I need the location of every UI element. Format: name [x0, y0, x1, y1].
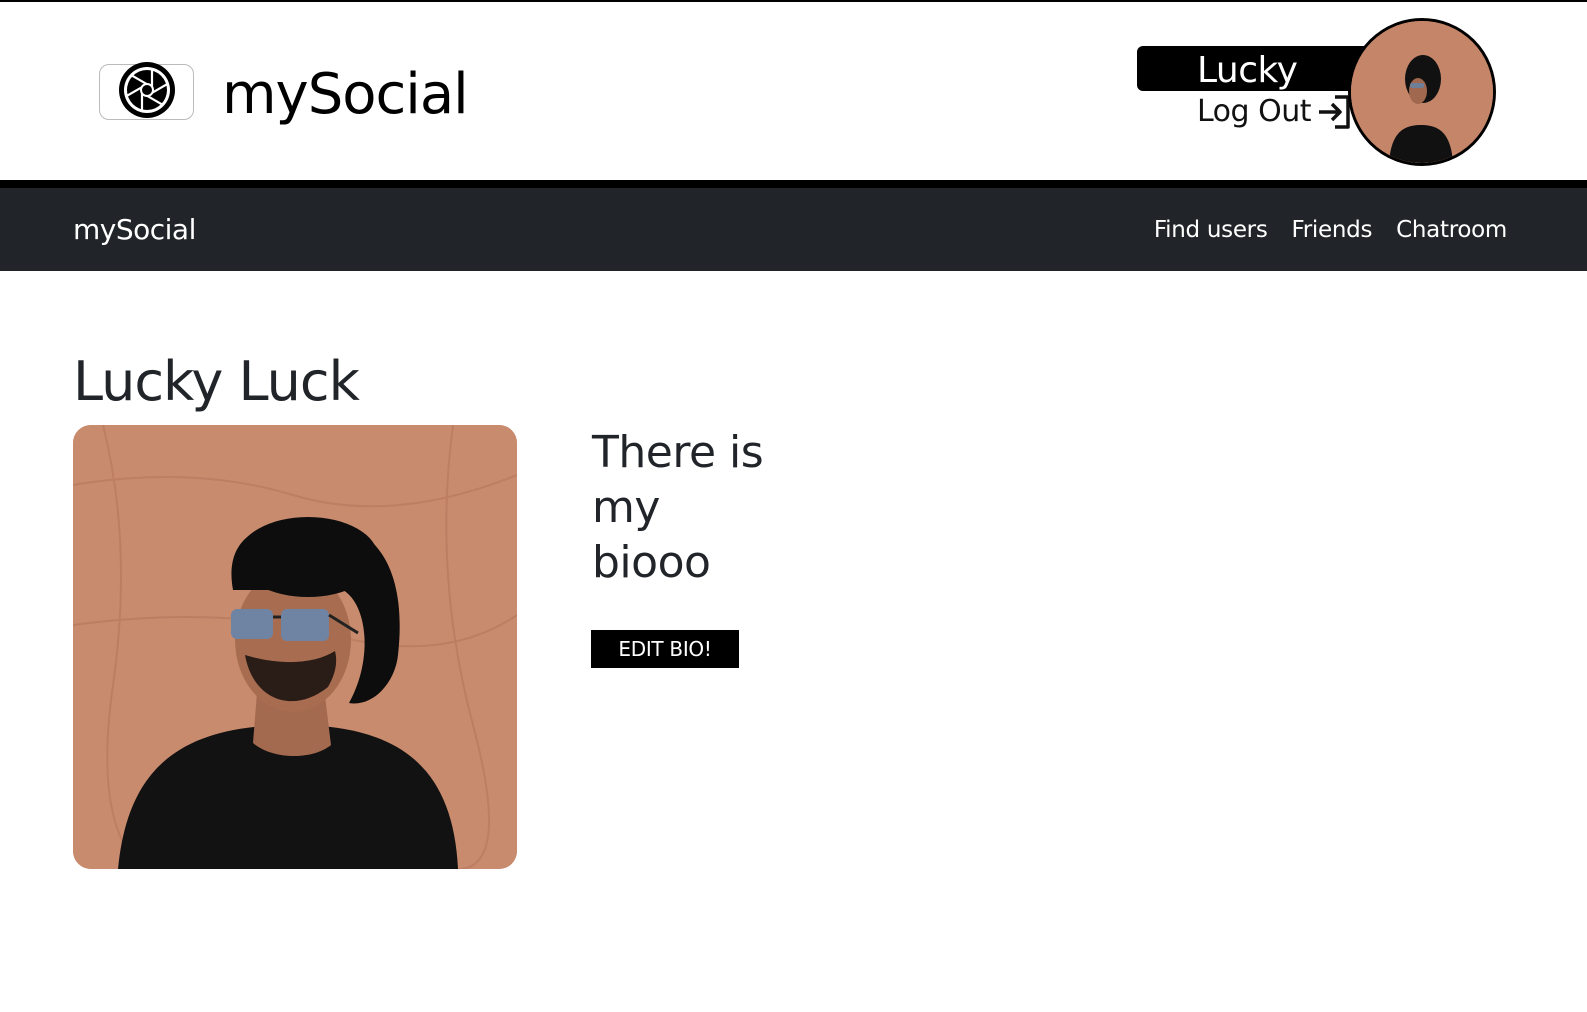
- nav-link-friends[interactable]: Friends: [1292, 210, 1373, 250]
- edit-bio-button[interactable]: EDIT BIO!: [591, 630, 739, 668]
- site-header: mySocial Lucky Log Out: [0, 2, 1587, 180]
- navbar-top-border: [0, 180, 1587, 188]
- user-avatar[interactable]: [1348, 18, 1496, 166]
- profile-full-name: Lucky Luck: [73, 350, 360, 413]
- profile-photo: [73, 425, 517, 869]
- bio-line: my: [592, 482, 660, 533]
- nav-link-chatroom[interactable]: Chatroom: [1396, 210, 1507, 250]
- bio-line: biooo: [592, 537, 711, 588]
- bio-line: There is: [592, 427, 764, 478]
- navbar-brand[interactable]: mySocial: [73, 210, 196, 250]
- brand-title: mySocial: [222, 62, 469, 127]
- current-user-name: Lucky: [1197, 50, 1298, 91]
- site-logo[interactable]: [99, 62, 194, 120]
- main-navbar: mySocial Find users Friends Chatroom: [0, 188, 1587, 271]
- nav-link-find-users[interactable]: Find users: [1154, 210, 1268, 250]
- logout-label: Log Out: [1197, 94, 1312, 129]
- navbar-links: Find users Friends Chatroom: [1154, 210, 1507, 250]
- profile-bio: There is my biooo: [592, 425, 782, 590]
- camera-aperture-icon: [117, 60, 177, 124]
- logout-link[interactable]: Log Out: [1197, 93, 1353, 131]
